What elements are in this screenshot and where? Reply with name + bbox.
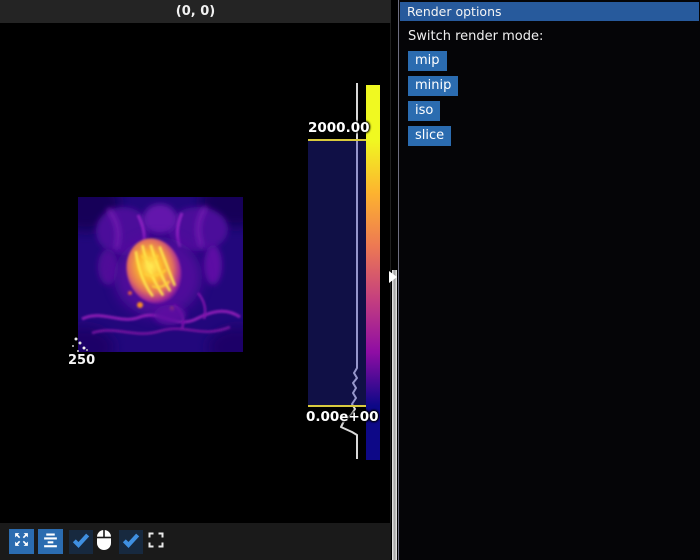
render-canvas[interactable]: 250 2000.00 0.00e+00 [0,23,391,523]
fullscreen-button[interactable] [147,533,165,551]
mouse-indicator [95,530,113,554]
collapse-arrow-icon[interactable] [389,271,397,283]
mouse-icon [96,529,112,555]
render-options-panel: Render options Switch render mode: mip m… [398,0,700,560]
expand-arrows-icon [13,531,30,552]
viewer-toolbar [0,523,391,560]
center-scene-button[interactable] [38,529,63,554]
vmax-label: 2000.00 [308,120,370,136]
render-mode-button-minip[interactable]: minip [408,76,458,96]
axes-marker-dots [0,23,2,25]
panel-body: Switch render mode: mip minip iso slice [399,21,700,146]
subplot-title: (0, 0) [176,4,215,19]
panel-title: Render options [407,4,502,19]
subplot-titlebar: (0, 0) [0,0,391,23]
align-center-icon [42,531,59,552]
checkbox-check-icon [121,530,141,554]
panzoom-toggle[interactable] [69,530,93,554]
volume-render-image[interactable] [78,197,243,352]
viewer-panel: (0, 0) [0,0,391,560]
checkbox-check-icon [71,530,91,554]
linear-region-selector[interactable] [308,139,368,407]
controller-toggle[interactable] [119,530,143,554]
vmin-label: 0.00e+00 [306,409,379,425]
fullscreen-corners-icon [148,532,164,552]
render-mode-button-iso[interactable]: iso [408,101,440,121]
lut-colorbar[interactable] [366,85,380,460]
render-mode-button-slice[interactable]: slice [408,126,451,146]
panel-titlebar[interactable]: Render options [400,2,699,21]
x-axis-tick-label: 250 [68,353,95,368]
panel-resize-handle[interactable] [392,270,397,560]
render-mode-prompt: Switch render mode: [408,29,700,44]
autoscale-button[interactable] [9,529,34,554]
application-window: (0, 0) [0,0,700,560]
render-mode-button-mip[interactable]: mip [408,51,447,71]
